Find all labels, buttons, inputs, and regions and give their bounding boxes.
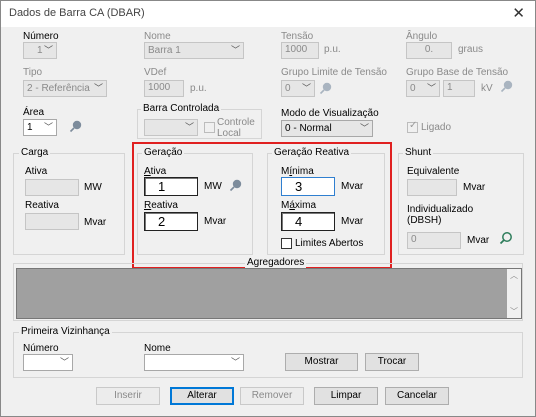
agregadores-scrollbar[interactable]: ︿ ﹀	[507, 269, 521, 318]
tensao-label: Tensão	[281, 31, 314, 42]
vizinhanca-numero-label: Número	[23, 343, 59, 354]
barra-controlada-label: Barra Controlada	[141, 103, 222, 114]
chevron-down-icon: ﹀	[301, 83, 311, 93]
chevron-down-icon: ﹀	[43, 45, 53, 55]
equivalente-label: Equivalente	[407, 166, 460, 177]
numero-label: Número	[23, 31, 59, 42]
vdef-field[interactable]: 1000	[144, 80, 184, 97]
individualizado-label: Individualizado	[407, 204, 474, 215]
chevron-down-icon: ﹀	[59, 357, 69, 367]
grupo-base-kv-field[interactable]: 1	[443, 80, 475, 97]
vdef-unit: p.u.	[190, 83, 207, 94]
vizinhanca-group	[13, 332, 523, 378]
angulo-label: Ângulo	[406, 31, 438, 42]
chevron-down-icon: ﹀	[93, 83, 103, 93]
carga-title: Carga	[19, 147, 51, 158]
tensao-field[interactable]: 1000	[281, 42, 319, 59]
chevron-down-icon: ﹀	[43, 122, 53, 132]
agregadores-title: Agregadores	[245, 257, 307, 268]
barra-controlada-select[interactable]: ﹀	[144, 119, 198, 136]
grupo-limite-select[interactable]: 0 ﹀	[281, 80, 315, 97]
vdef-label: VDef	[144, 67, 167, 78]
shunt-title: Shunt	[403, 147, 434, 158]
carga-reativa-field[interactable]	[25, 213, 79, 230]
modo-label: Modo de Visualização	[281, 108, 379, 119]
equivalente-unit: Mvar	[463, 182, 486, 193]
carga-ativa-field[interactable]	[25, 179, 79, 196]
individualizado-unit: Mvar	[467, 235, 490, 246]
chevron-down-icon: ﹀	[230, 357, 240, 367]
area-label: Área	[23, 107, 45, 118]
angulo-unit: graus	[458, 44, 484, 55]
chevron-down-icon: ﹀	[426, 83, 436, 93]
title-bar: Dados de Barra CA (DBAR) ✕	[1, 1, 535, 27]
tensao-unit: p.u.	[324, 44, 341, 55]
modo-select[interactable]: 0 - Normal ﹀	[281, 120, 373, 137]
numero-select[interactable]: 1 ﹀	[23, 42, 57, 59]
vizinhanca-numero-select[interactable]: ﹀	[23, 354, 73, 371]
inserir-button[interactable]: Inserir	[96, 387, 160, 405]
tipo-label: Tipo	[23, 67, 43, 78]
highlight-box	[132, 142, 392, 269]
angulo-field[interactable]: 0.	[406, 42, 452, 59]
arrow-down-icon[interactable]: ﹀	[510, 306, 518, 317]
chevron-down-icon: ﹀	[359, 123, 369, 133]
chevron-down-icon: ﹀	[184, 122, 194, 132]
carga-reativa-label: Reativa	[25, 200, 59, 211]
carga-ativa-unit: MW	[84, 182, 102, 193]
dbar-dialog: Dados de Barra CA (DBAR) ✕ Número 1 ﹀ No…	[0, 0, 536, 417]
window-title: Dados de Barra CA (DBAR)	[9, 7, 145, 19]
equivalente-field[interactable]	[407, 179, 457, 196]
agregadores-list[interactable]: ︿ ﹀	[16, 268, 522, 319]
alterar-button[interactable]: Alterar	[170, 387, 234, 405]
pin-icon[interactable]	[499, 231, 513, 245]
carga-ativa-label: Ativa	[25, 166, 48, 177]
controle-local-label: Controle Local	[217, 117, 255, 139]
pin-icon[interactable]	[500, 79, 514, 93]
ligado-label: Ligado	[421, 122, 452, 133]
nome-select[interactable]: Barra 1 ﹀	[144, 42, 244, 59]
carga-reativa-unit: Mvar	[84, 217, 107, 228]
nome-label: Nome	[144, 31, 171, 42]
grupo-limite-label: Grupo Limite de Tensão	[281, 67, 387, 78]
limpar-button[interactable]: Limpar	[314, 387, 378, 405]
vizinhanca-nome-select[interactable]: ﹀	[144, 354, 244, 371]
trocar-button[interactable]: Trocar	[365, 353, 419, 371]
area-select[interactable]: 1 ﹀	[23, 119, 57, 136]
pin-icon[interactable]	[319, 81, 333, 95]
cancelar-button[interactable]: Cancelar	[385, 387, 449, 405]
individualizado-field[interactable]: 0	[407, 232, 461, 249]
pin-icon[interactable]	[69, 119, 83, 133]
remover-button[interactable]: Remover	[240, 387, 304, 405]
chevron-down-icon: ﹀	[230, 45, 240, 55]
ligado-checkbox[interactable]: ✓	[407, 120, 418, 133]
dbsh-label: (DBSH)	[407, 215, 442, 226]
vizinhanca-title: Primeira Vizinhança	[19, 326, 112, 337]
grupo-base-unit: kV	[481, 83, 493, 94]
controle-local-checkbox[interactable]	[204, 122, 215, 133]
mostrar-button[interactable]: Mostrar	[285, 353, 358, 371]
grupo-base-select[interactable]: 0 ﹀	[406, 80, 440, 97]
vizinhanca-nome-label: Nome	[144, 343, 171, 354]
grupo-base-label: Grupo Base de Tensão	[406, 67, 509, 78]
arrow-up-icon[interactable]: ︿	[510, 270, 518, 281]
tipo-select[interactable]: 2 - Referência ﹀	[23, 80, 107, 97]
close-icon[interactable]: ✕	[512, 4, 525, 22]
